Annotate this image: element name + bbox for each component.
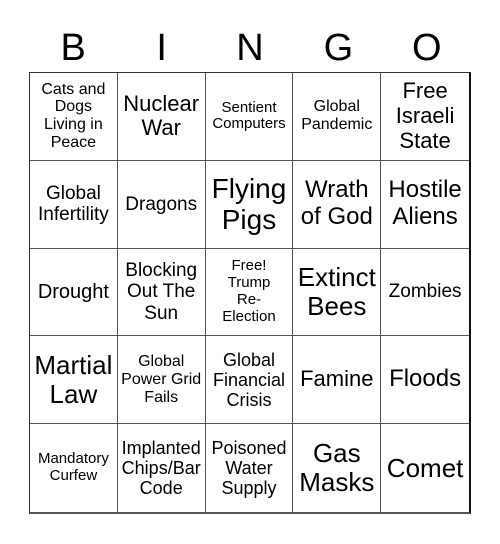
cell-text: Zombies	[388, 281, 462, 303]
bingo-grid: Cats and Dogs Living in Peace Nuclear Wa…	[29, 72, 471, 514]
cell-text: Global Power Grid Fails	[121, 352, 202, 406]
header-letter-o: O	[412, 27, 442, 69]
cell-text: Free Israeli State	[395, 78, 455, 153]
bingo-cell[interactable]: Extinct Bees	[293, 248, 382, 337]
bingo-cell[interactable]: Poisoned Water Supply	[206, 424, 294, 512]
bingo-cell[interactable]: Global Pandemic	[293, 73, 382, 161]
cell-text: Wrath of God	[300, 176, 373, 231]
cell-text: Martial Law	[34, 349, 113, 409]
bingo-cell[interactable]: Cats and Dogs Living in Peace	[30, 73, 118, 161]
bingo-cell[interactable]: Mandatory Curfew	[30, 424, 118, 512]
bingo-cell[interactable]: Nuclear War	[117, 73, 206, 161]
header-letter-i: I	[156, 27, 167, 69]
cell-text: Floods	[389, 365, 462, 393]
bingo-cell[interactable]: Comet	[381, 424, 469, 512]
bingo-cell[interactable]: Floods	[381, 336, 469, 425]
bingo-cell[interactable]: Martial Law	[30, 336, 118, 425]
cell-text: Famine	[300, 366, 374, 392]
cell-text: Gas Masks	[299, 437, 375, 498]
bingo-cell[interactable]: Free! Trump Re-Election	[205, 248, 294, 337]
bingo-cell[interactable]: Zombies	[381, 249, 469, 337]
cell-text: Free! Trump Re-Election	[222, 257, 276, 325]
bingo-cell[interactable]: Flying Pigs	[205, 160, 294, 249]
bingo-cell[interactable]: Hostile Aliens	[381, 161, 469, 249]
cell-text: Global Financial Crisis	[212, 349, 286, 410]
bingo-cell[interactable]: Global Power Grid Fails	[117, 336, 206, 425]
cell-text: Blocking Out The Sun	[125, 260, 198, 324]
bingo-cell[interactable]: Implanted Chips/Bar Code	[118, 424, 206, 512]
cell-text: Extinct Bees	[297, 261, 376, 321]
cell-text: Nuclear War	[123, 90, 200, 141]
cell-text: Dragons	[125, 193, 198, 215]
cell-text: Cats and Dogs Living in Peace	[41, 80, 106, 152]
header-letter-n: N	[236, 27, 264, 69]
header-letter-g: G	[323, 27, 354, 69]
bingo-cell[interactable]: Gas Masks	[293, 424, 382, 512]
bingo-cell[interactable]: Famine	[293, 336, 382, 425]
header-letter-b: B	[60, 27, 86, 69]
cell-text: Flying Pigs	[211, 172, 287, 236]
bingo-cell[interactable]: Sentient Computers	[205, 73, 294, 161]
cell-text: Global Infertility	[38, 182, 109, 226]
bingo-cell[interactable]: Global Financial Crisis	[205, 336, 294, 425]
bingo-cell[interactable]: Drought	[30, 248, 118, 337]
bingo-cell[interactable]: Blocking Out The Sun	[117, 248, 206, 337]
cell-text: Global Pandemic	[301, 98, 373, 134]
bingo-header: B I N G O	[29, 24, 471, 72]
bingo-cell[interactable]: Wrath of God	[293, 160, 382, 249]
bingo-cell[interactable]: Global Infertility	[30, 160, 118, 249]
cell-text: Poisoned Water Supply	[211, 437, 287, 499]
bingo-cell[interactable]: Free Israeli State	[381, 73, 469, 161]
cell-text: Comet	[386, 452, 464, 483]
cell-text: Hostile Aliens	[388, 176, 462, 231]
cell-text: Mandatory Curfew	[37, 450, 109, 485]
bingo-cell[interactable]: Dragons	[117, 160, 206, 249]
cell-text: Sentient Computers	[212, 98, 286, 133]
cell-text: Drought	[37, 280, 109, 303]
cell-text: Implanted Chips/Bar Code	[121, 437, 201, 499]
